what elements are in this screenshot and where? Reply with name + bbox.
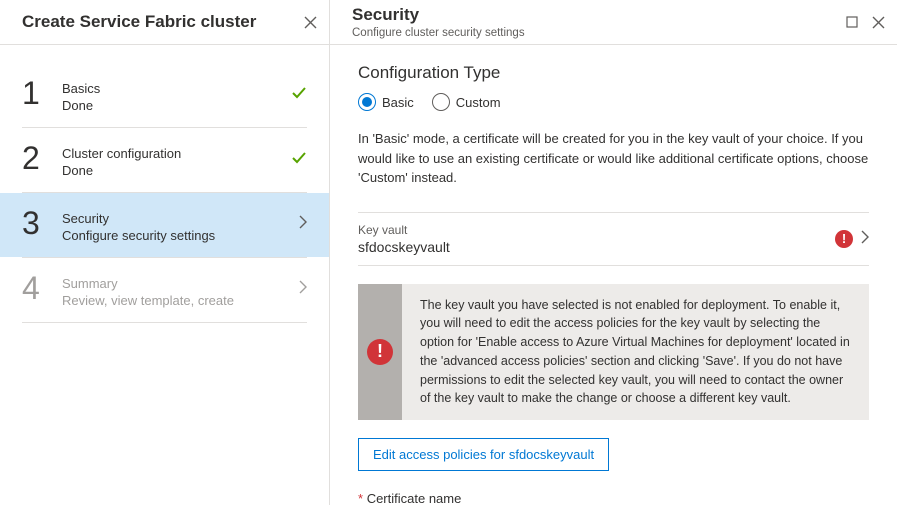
wizard-step-summary: 4 Summary Review, view template, create xyxy=(0,258,329,322)
close-icon[interactable] xyxy=(304,16,317,29)
page-subtitle: Configure cluster security settings xyxy=(352,27,846,39)
step-title: Basics xyxy=(62,81,291,96)
wizard-title: Create Service Fabric cluster xyxy=(22,12,304,32)
edit-access-policies-link[interactable]: Edit access policies for sfdocskeyvault xyxy=(358,438,609,471)
warning-text: The key vault you have selected is not e… xyxy=(402,284,869,421)
chevron-right-icon xyxy=(299,215,307,232)
error-icon: ! xyxy=(835,230,853,248)
step-number: 1 xyxy=(22,77,62,109)
radio-icon xyxy=(358,93,376,111)
step-number: 2 xyxy=(22,142,62,174)
checkmark-icon xyxy=(291,85,307,104)
step-subtitle: Configure security settings xyxy=(62,228,299,243)
radio-basic[interactable]: Basic xyxy=(358,93,414,111)
radio-label: Basic xyxy=(382,95,414,110)
step-number: 4 xyxy=(22,272,62,304)
key-vault-label: Key vault xyxy=(358,223,835,237)
maximize-icon[interactable] xyxy=(846,16,858,28)
radio-custom[interactable]: Custom xyxy=(432,93,501,111)
wizard-step-security[interactable]: 3 Security Configure security settings xyxy=(0,193,329,257)
key-vault-value: sfdocskeyvault xyxy=(358,239,835,255)
config-type-heading: Configuration Type xyxy=(358,63,869,83)
step-title: Summary xyxy=(62,276,299,291)
step-title: Security xyxy=(62,211,299,226)
step-number: 3 xyxy=(22,207,62,239)
certificate-name-label: * Certificate name xyxy=(358,491,869,505)
wizard-step-basics[interactable]: 1 Basics Done xyxy=(0,63,329,127)
chevron-right-icon xyxy=(299,280,307,297)
radio-label: Custom xyxy=(456,95,501,110)
key-vault-selector[interactable]: Key vault sfdocskeyvault ! xyxy=(358,212,869,266)
chevron-right-icon xyxy=(861,230,869,247)
step-subtitle: Review, view template, create xyxy=(62,293,299,308)
step-subtitle: Done xyxy=(62,163,291,178)
wizard-step-cluster-config[interactable]: 2 Cluster configuration Done xyxy=(0,128,329,192)
step-title: Cluster configuration xyxy=(62,146,291,161)
step-subtitle: Done xyxy=(62,98,291,113)
radio-icon xyxy=(432,93,450,111)
checkmark-icon xyxy=(291,150,307,169)
warning-icon: ! xyxy=(367,339,393,365)
warning-banner: ! The key vault you have selected is not… xyxy=(358,284,869,421)
config-description: In 'Basic' mode, a certificate will be c… xyxy=(358,129,869,188)
page-title: Security xyxy=(352,5,846,25)
close-icon[interactable] xyxy=(872,16,885,29)
